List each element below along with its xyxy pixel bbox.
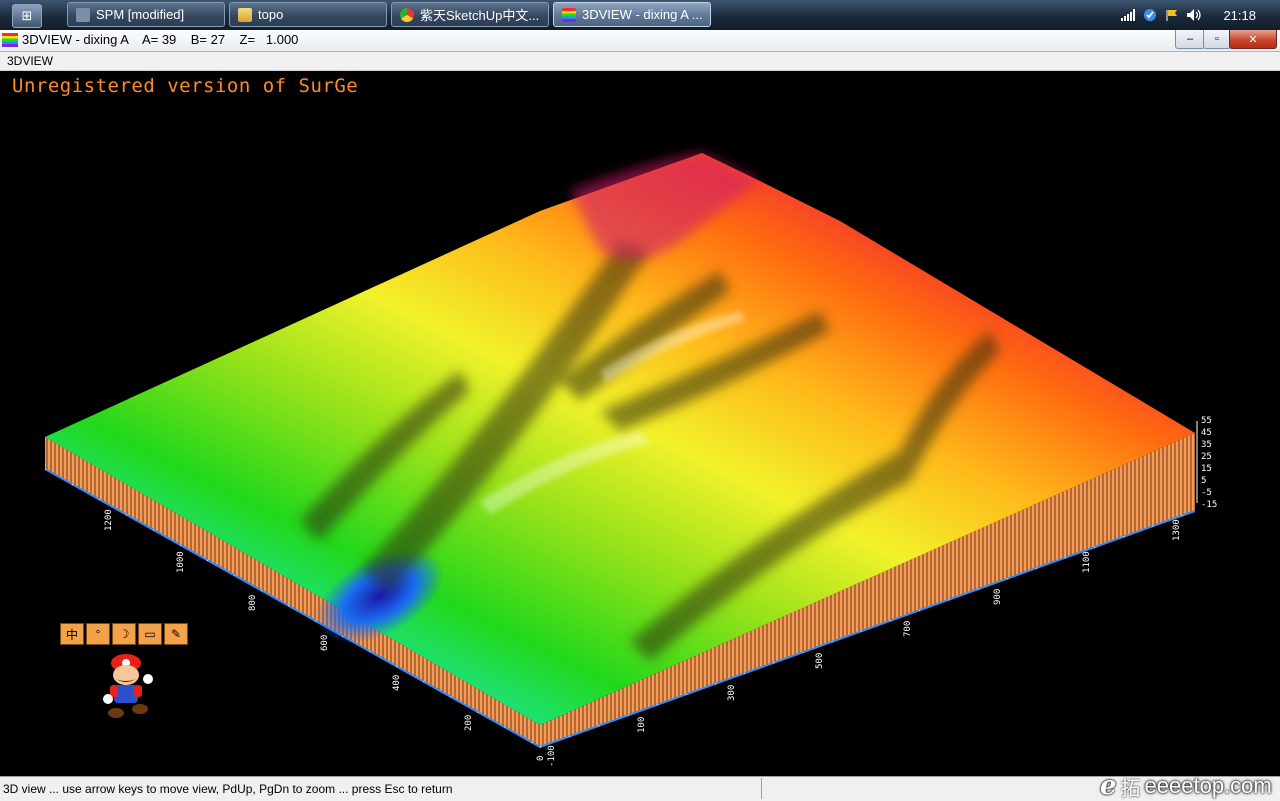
left-axis-label: 600: [320, 634, 330, 651]
ime-mascot-icon[interactable]: [98, 651, 158, 723]
chrome-icon: [400, 7, 414, 22]
start-button[interactable]: ⊞: [12, 4, 42, 28]
clock[interactable]: 21:18: [1223, 8, 1256, 23]
elevation-scale-label: -5: [1201, 488, 1212, 498]
taskbar-button-spm[interactable]: SPM [modified]: [67, 2, 225, 27]
right-axis-label: 1100: [1082, 551, 1092, 573]
elevation-scale-label: 25: [1201, 452, 1212, 462]
right-axis-label: -100: [547, 745, 557, 767]
window-titlebar[interactable]: 3DVIEW - dixing A A= 39 B= 27 Z= 1.000 –…: [0, 30, 1280, 52]
ime-chinese-mode-button[interactable]: 中: [60, 623, 84, 645]
system-tray: 21:18: [1115, 0, 1280, 30]
left-axis-label: 800: [248, 594, 258, 611]
surfer-icon: [562, 7, 576, 22]
taskbar-button-topo[interactable]: topo: [229, 2, 387, 27]
site-logo-domain: eeeetop.com: [1144, 773, 1272, 798]
site-logo-mark-cn: 拓: [1120, 777, 1141, 800]
taskbar: ⊞ SPM [modified] topo 紫天SketchUp中文... 3D…: [0, 0, 1280, 31]
windows-logo-icon: ⊞: [21, 8, 33, 23]
window-title: 3DVIEW - dixing A A= 39 B= 27 Z= 1.000: [22, 32, 299, 47]
folder-icon: [238, 7, 252, 22]
right-axis-label: 300: [727, 684, 737, 701]
left-axis-label: 1200: [104, 509, 114, 531]
menu-bar: 3DVIEW: [0, 52, 1280, 71]
left-axis-label: 0: [536, 755, 546, 761]
status-text: 3D view ... use arrow keys to move view,…: [0, 778, 762, 799]
network-signal-icon[interactable]: [1119, 0, 1137, 30]
right-axis-label: 700: [903, 620, 913, 637]
right-axis-label: 500: [815, 652, 825, 669]
elevation-scale-label: 55: [1201, 416, 1212, 426]
menu-item-3dview[interactable]: 3DVIEW: [7, 54, 53, 68]
elevation-scale-label: 5: [1201, 476, 1207, 486]
elevation-scale-label: 35: [1201, 440, 1212, 450]
taskbar-button-3dview[interactable]: 3DVIEW - dixing A ...: [553, 2, 711, 27]
3d-surface-view[interactable]: Unregistered version of SurGe 1200 1000 …: [0, 71, 1280, 775]
right-axis-label: 1300: [1172, 519, 1182, 541]
left-axis-label: 400: [392, 674, 402, 691]
left-axis-label: 200: [464, 714, 474, 731]
status-bar: 3D view ... use arrow keys to move view,…: [0, 776, 1280, 801]
minimize-button[interactable]: –: [1175, 30, 1205, 49]
ime-fullwidth-button[interactable]: ☽: [112, 623, 136, 645]
app-icon[interactable]: [2, 33, 18, 47]
flag-icon[interactable]: [1163, 0, 1181, 30]
left-axis-label: 1000: [176, 551, 186, 573]
elevation-scale-label: -15: [1201, 500, 1218, 510]
ime-settings-button[interactable]: ✎: [164, 623, 188, 645]
security-center-icon[interactable]: [1141, 0, 1159, 30]
volume-icon[interactable]: [1185, 0, 1203, 30]
ime-punctuation-button[interactable]: °: [86, 623, 110, 645]
right-axis-label: 100: [637, 716, 647, 733]
elevation-scale-label: 15: [1201, 464, 1212, 474]
elevation-scale-label: 45: [1201, 428, 1212, 438]
close-button[interactable]: ✕: [1229, 30, 1277, 49]
taskbar-button-chrome[interactable]: 紫天SketchUp中文...: [391, 2, 549, 27]
terrain-surface: [44, 153, 1198, 749]
site-logo: e 拓 eeeetop.com: [1100, 771, 1272, 801]
spm-icon: [76, 7, 90, 22]
site-logo-mark: e: [1100, 771, 1117, 801]
right-axis-label: 900: [993, 588, 1003, 605]
ime-toolbar: 中 ° ☽ ▭ ✎: [60, 623, 188, 645]
maximize-button[interactable]: ▫: [1203, 30, 1231, 49]
ime-softkeyboard-button[interactable]: ▭: [138, 623, 162, 645]
